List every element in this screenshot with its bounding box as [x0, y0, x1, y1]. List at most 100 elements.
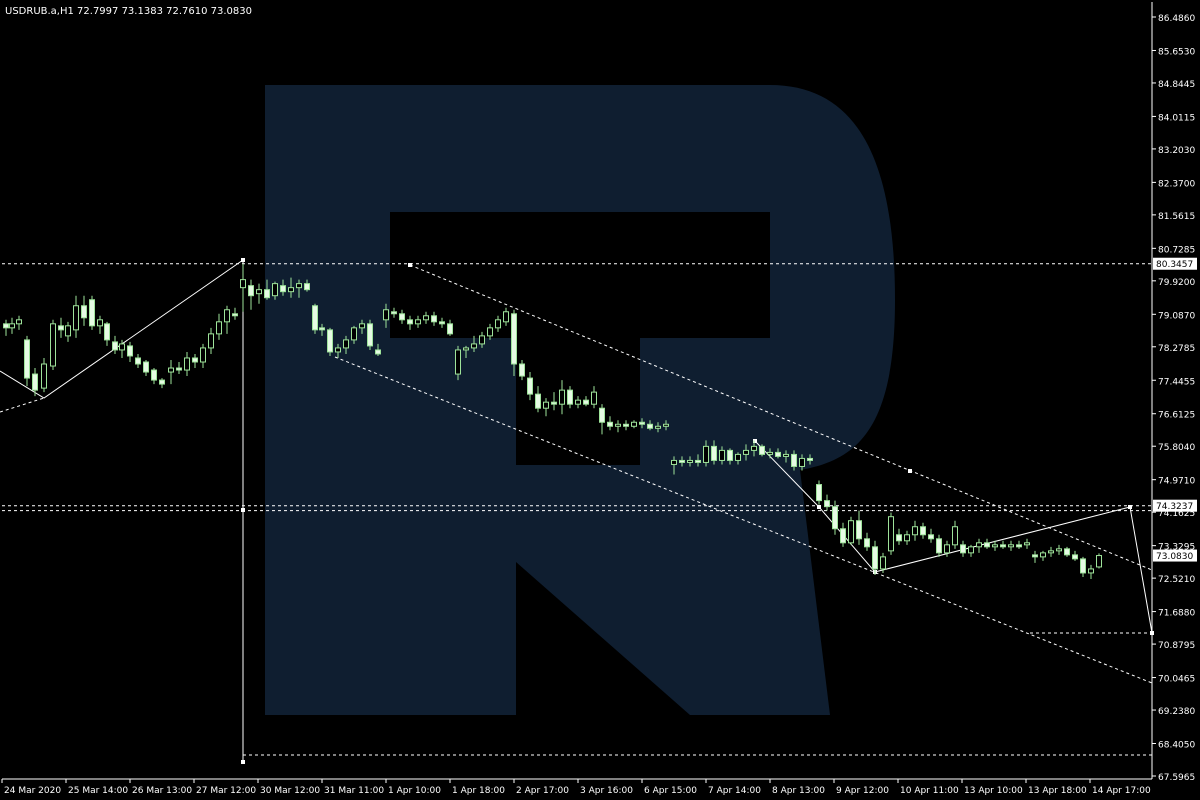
candle-body: [992, 544, 998, 548]
candle-body: [41, 363, 47, 389]
candle-body: [112, 341, 118, 351]
candle-body: [759, 445, 765, 455]
candle-body: [1072, 554, 1078, 560]
candle-body: [671, 459, 677, 465]
candle-body: [240, 279, 246, 289]
y-tick-label: 82.3700: [1158, 179, 1195, 189]
candle-body: [880, 556, 886, 570]
candle-body: [256, 289, 262, 295]
anchor-point[interactable]: [908, 469, 912, 473]
candle-body: [807, 457, 813, 461]
candle-body: [1096, 555, 1102, 568]
x-tick-label: 13 Apr 10:00: [964, 786, 1023, 796]
candle-body: [232, 313, 238, 317]
candle-body: [743, 449, 749, 455]
candle-body: [3, 323, 9, 329]
x-tick-label: 10 Apr 11:00: [900, 786, 959, 796]
candle-body: [367, 323, 373, 347]
candle-body: [1008, 544, 1014, 548]
candle-body: [127, 345, 133, 357]
candle-body: [775, 451, 781, 457]
candle-body: [631, 421, 637, 427]
candle-body: [1040, 552, 1046, 558]
candle-body: [1016, 544, 1022, 548]
candle: [327, 327, 333, 356]
x-tick-label: 3 Apr 16:00: [580, 786, 633, 796]
candle-body: [872, 546, 878, 570]
candle-body: [848, 520, 854, 544]
candle: [816, 480, 822, 505]
candle-body: [423, 315, 429, 321]
candle-body: [1048, 550, 1054, 554]
candle-body: [703, 445, 709, 463]
candle-body: [832, 506, 838, 530]
anchor-point[interactable]: [1150, 631, 1154, 635]
candle-body: [151, 369, 157, 381]
candle-body: [647, 423, 653, 429]
candle-body: [727, 449, 733, 461]
candle: [50, 319, 56, 371]
candle-body: [184, 357, 190, 371]
candle-body: [143, 361, 149, 373]
candle-body: [319, 327, 325, 331]
candle-body: [135, 357, 141, 365]
candle-body: [840, 528, 846, 544]
candle-body: [1032, 554, 1038, 558]
candle-body: [1080, 558, 1086, 574]
candle-body: [447, 323, 453, 335]
candle-body: [904, 534, 910, 542]
candle-body: [335, 347, 341, 353]
candle: [888, 512, 894, 555]
y-tick-label: 78.2785: [1158, 344, 1195, 354]
price-box-label-current: 73.0830: [1156, 552, 1193, 562]
candle-body: [551, 401, 557, 405]
candle-body: [535, 393, 541, 409]
candle-body: [687, 459, 693, 463]
y-tick-label: 79.0870: [1158, 311, 1195, 321]
candle-body: [455, 349, 461, 375]
price-box-label-lower_level: 74.3237: [1156, 502, 1193, 512]
candle-body: [912, 526, 918, 536]
y-tick-label: 69.2380: [1158, 707, 1195, 717]
candle-body: [351, 327, 357, 341]
candle-body: [9, 323, 15, 329]
candle-body: [487, 327, 493, 337]
candle-body: [81, 305, 87, 319]
candle-body: [264, 289, 270, 299]
candle-body: [1056, 548, 1062, 552]
price-chart[interactable]: 86.4860 85.6530 84.8445 84.0115 83.2030 82.37…: [0, 0, 1200, 800]
candle-body: [192, 357, 198, 363]
anchor-point[interactable]: [408, 263, 412, 267]
candle-body: [119, 343, 125, 351]
candle-body: [58, 325, 64, 331]
anchor-point[interactable]: [241, 760, 245, 764]
candle-body: [208, 333, 214, 349]
anchor-point[interactable]: [1128, 505, 1132, 509]
candle-body: [791, 453, 797, 467]
candle-body: [639, 421, 645, 425]
candle-body: [976, 542, 982, 548]
candle-body: [272, 283, 278, 297]
x-tick-label: 8 Apr 13:00: [772, 786, 825, 796]
candle-body: [623, 423, 629, 427]
candle-body: [711, 445, 717, 461]
candle-body: [391, 311, 397, 315]
candle-body: [816, 484, 822, 502]
candle-body: [327, 329, 333, 353]
y-tick-label: 70.8795: [1158, 641, 1195, 651]
candle-body: [735, 453, 741, 461]
candle-body: [824, 500, 830, 508]
candle-body: [968, 546, 974, 554]
anchor-point[interactable]: [817, 505, 821, 509]
anchor-point[interactable]: [241, 508, 245, 512]
candle-body: [575, 399, 581, 405]
candle-body: [343, 339, 349, 349]
symbol-header: USDRUB.a,H1 72.7997 73.1383 72.7610 73.0…: [5, 6, 252, 17]
candle-body: [928, 534, 934, 540]
candle-body: [936, 538, 942, 554]
candle-body: [615, 423, 621, 427]
candle-body: [97, 319, 103, 327]
candle-body: [280, 285, 286, 293]
anchor-point[interactable]: [241, 258, 245, 262]
candle-body: [104, 323, 110, 341]
